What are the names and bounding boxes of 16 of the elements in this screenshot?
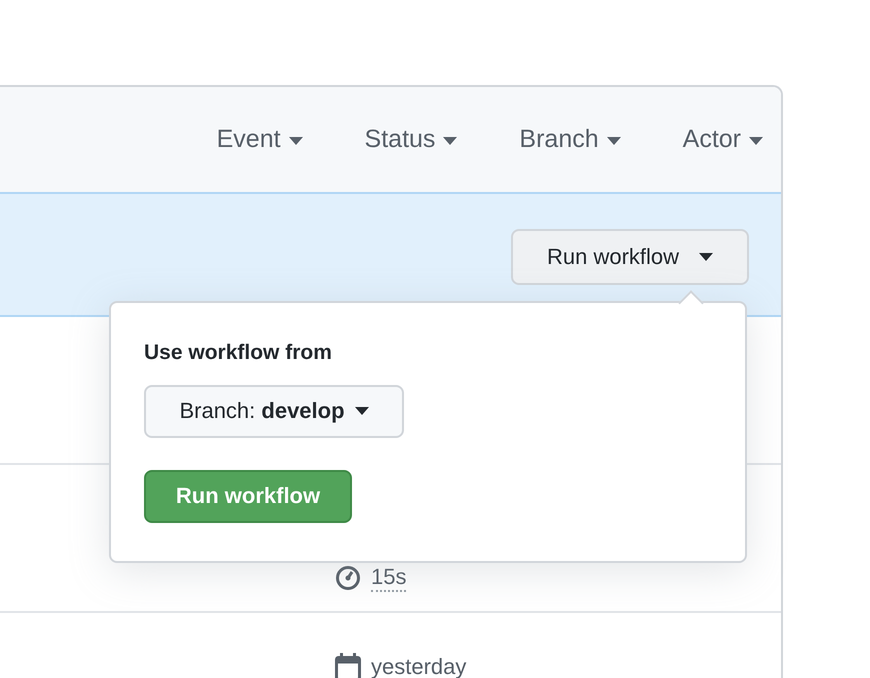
caret-icon — [354, 407, 369, 416]
popover-title: Use workflow from — [144, 341, 332, 365]
caret-icon — [443, 136, 458, 144]
filter-dropdown[interactable]: Branch — [457, 125, 621, 154]
run-workflow-button[interactable]: Run workflow — [144, 470, 352, 523]
caret-icon — [288, 136, 303, 144]
stopwatch-icon — [335, 565, 361, 591]
caret-icon — [699, 253, 714, 261]
branch-dropdown[interactable]: Branch: develop — [144, 385, 404, 438]
run-workflow-button[interactable]: Run workflow — [511, 229, 749, 285]
caret-icon — [606, 136, 621, 144]
caret-icon — [749, 136, 763, 144]
filter-dropdown[interactable]: Actor — [620, 125, 763, 154]
calendar-icon — [335, 653, 361, 678]
filter-dropdown[interactable]: Event — [154, 125, 303, 154]
filter-dropdown[interactable]: Status — [302, 125, 458, 154]
